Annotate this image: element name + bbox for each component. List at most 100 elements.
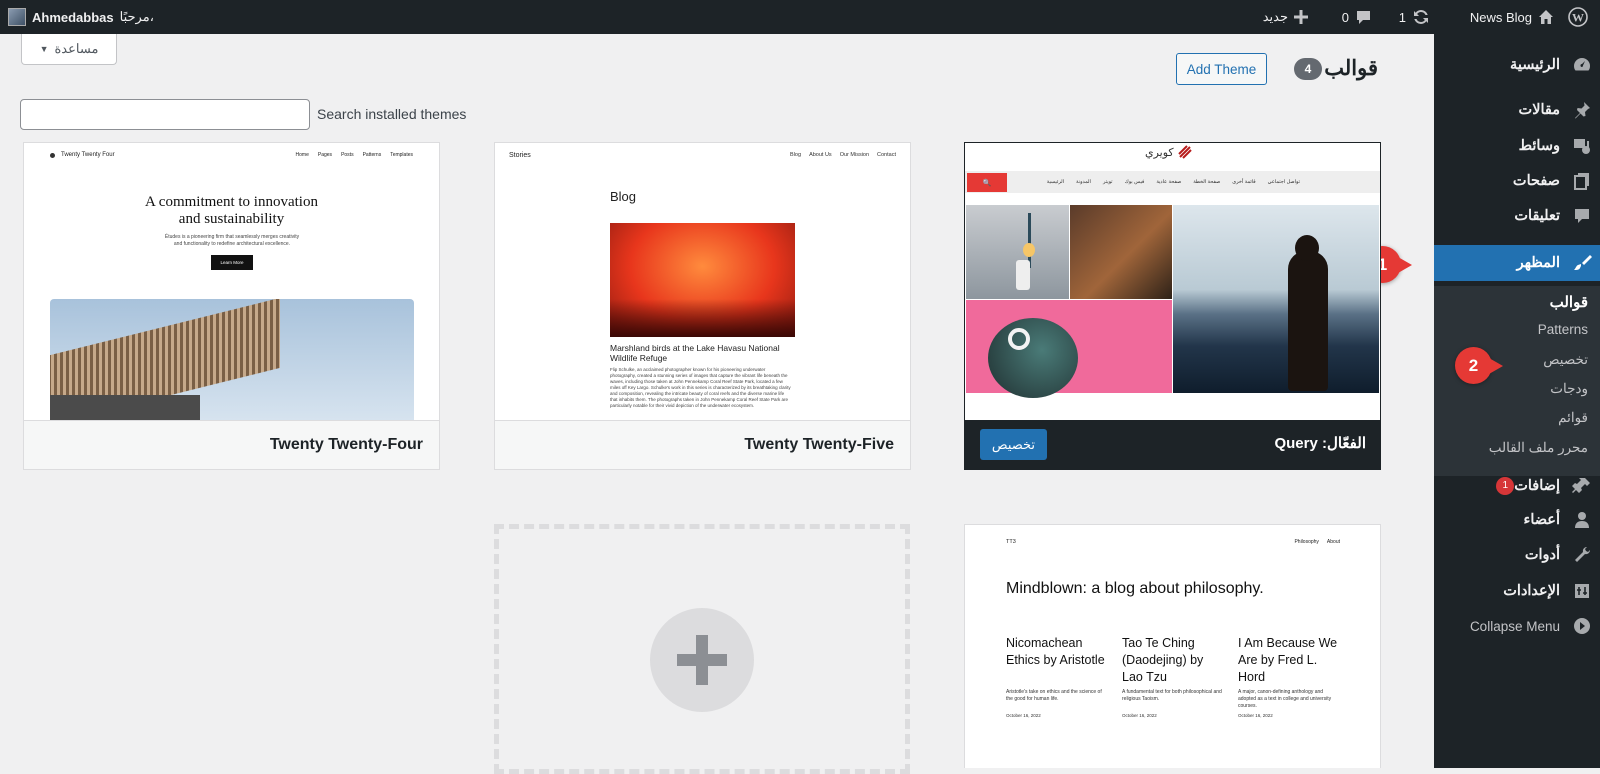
avatar — [8, 8, 26, 26]
preview-nav-item: Templates — [390, 152, 413, 158]
preview-site-title: TT3 — [1006, 539, 1016, 545]
submenu-themes[interactable]: قوالب — [1550, 293, 1588, 311]
theme-active-name: الفعّال: Query — [1274, 434, 1366, 452]
appearance-submenu: قوالب Patterns تخصيص ودجات قوائم محرر مل… — [1434, 286, 1600, 476]
menu-label: الإعدادات — [1503, 583, 1560, 599]
menu-label: Collapse Menu — [1469, 618, 1560, 634]
updates-icon — [1414, 10, 1428, 24]
menu-comments[interactable]: تعليقات — [1434, 199, 1600, 233]
submenu-patterns[interactable]: Patterns — [1538, 322, 1588, 337]
preview-nav-item: Philosophy — [1294, 539, 1319, 545]
theme-card-twenty-twenty-five[interactable]: Stories Blog About Us Our Mission Contact B… — [494, 142, 911, 470]
add-new-theme-card[interactable] — [494, 524, 910, 774]
site-name-link[interactable]: News Blog — [1470, 0, 1554, 34]
theme-name: Twenty Twenty-Five — [744, 436, 894, 453]
submenu-widgets[interactable]: ودجات — [1550, 381, 1588, 397]
preview-nav-item: Our Mission — [839, 152, 870, 158]
menu-appearance[interactable]: المظهر — [1425, 245, 1600, 281]
preview-nav-item: Patterns — [362, 152, 382, 158]
menu-label: الرئيسية — [1510, 57, 1560, 73]
comments-link[interactable]: 0 — [1342, 0, 1372, 34]
new-content-link[interactable]: جديد — [1263, 0, 1308, 34]
tools-icon — [1564, 545, 1600, 565]
greeting: مرحبًا، — [119, 9, 154, 24]
preview-post-date: October 16, 2022 — [1238, 713, 1273, 718]
collapse-icon — [1564, 616, 1600, 636]
preview-nav-item: Posts — [341, 152, 354, 158]
admin-sidebar: الرئيسية مقالات وسائط صفحات تعليقات المظ… — [1425, 34, 1600, 768]
preview-post-title: Marshland birds at the Lake Havasu Natio… — [610, 343, 780, 363]
menu-label: وسائط — [1518, 138, 1560, 154]
preview-nav-item: Contact — [877, 152, 896, 158]
submenu-menus[interactable]: قوائم — [1558, 410, 1588, 426]
step-callout-2: 2 — [1455, 347, 1503, 384]
menu-label: أعضاء — [1523, 512, 1561, 528]
customize-button[interactable]: تخصيص — [980, 429, 1047, 460]
updates-link[interactable]: 1 — [1399, 0, 1430, 34]
active-prefix: الفعّال: — [1321, 435, 1366, 452]
preview-nav-item: فيس بوك — [1124, 179, 1145, 185]
menu-pages[interactable]: صفحات — [1434, 164, 1600, 198]
new-label: جديد — [1262, 9, 1288, 24]
preview-nav-item: صفحة الخطة — [1193, 179, 1221, 185]
theme-card-tt3[interactable]: TT3 Philosophy About Mindblown: a blog ab… — [964, 524, 1381, 768]
menu-users[interactable]: أعضاء — [1434, 503, 1600, 537]
preview-photo-headphones — [966, 300, 1172, 398]
preview-search-button: 🔍 — [967, 173, 1007, 192]
theme-name: Query — [1274, 435, 1318, 452]
theme-footer: الفعّال: Query تخصيص — [965, 420, 1380, 469]
preview-nav: Philosophy About — [1294, 539, 1340, 545]
site-name: News Blog — [1469, 9, 1532, 25]
query-logo-icon — [1177, 145, 1192, 159]
pin-icon — [1564, 100, 1600, 120]
preview-nav-item: المدونة — [1076, 179, 1091, 185]
preview-post-text: Aristotle's take on ethics and the scien… — [1006, 689, 1102, 702]
search-themes-input[interactable] — [20, 99, 310, 130]
menu-tools[interactable]: أدوات — [1434, 538, 1600, 572]
dashboard-icon — [1564, 55, 1600, 75]
wordpress-logo-icon[interactable]: W — [1568, 0, 1588, 34]
theme-screenshot: Twenty Twenty Four Home Pages Posts Pattern… — [24, 143, 439, 420]
preview-subtext: Études is a pioneering firm that seamles… — [164, 234, 300, 247]
preview-site-logo-icon — [50, 153, 55, 158]
theme-card-query[interactable]: كويري 🔍 الرئيسية المدونة تويتر فيس بوك صفحة … — [964, 142, 1381, 470]
menu-posts[interactable]: مقالات — [1434, 93, 1600, 127]
theme-footer: Twenty Twenty-Five — [495, 420, 910, 469]
preview-post-text: A fundamental text for both philosophica… — [1122, 689, 1222, 702]
updates-count: 1 — [1398, 9, 1406, 25]
brush-icon — [1564, 253, 1600, 273]
theme-screenshot: TT3 Philosophy About Mindblown: a blog ab… — [965, 525, 1380, 768]
plus-icon — [1294, 10, 1308, 24]
submenu-customize[interactable]: تخصيص — [1543, 352, 1588, 368]
preview-nav-item: About Us — [809, 152, 832, 158]
my-account-link[interactable]: Ahmedabbas مرحبًا، — [8, 0, 154, 34]
preview-post: Nicomachean Ethics by Aristotle Aristotle… — [1006, 635, 1108, 718]
menu-settings[interactable]: الإعدادات — [1434, 574, 1600, 608]
menu-dashboard[interactable]: الرئيسية — [1434, 48, 1600, 82]
preview-learn-more-button: Learn More — [211, 255, 253, 270]
add-theme-button[interactable]: Add Theme — [1176, 53, 1267, 85]
theme-screenshot: كويري 🔍 الرئيسية المدونة تويتر فيس بوك صفحة … — [965, 143, 1380, 420]
add-theme-plus-circle — [650, 608, 754, 712]
help-button[interactable]: ▼ مساعدة — [21, 34, 117, 65]
plugins-icon — [1564, 476, 1600, 496]
preview-nav-item: تواصل اجتماعي — [1267, 179, 1300, 185]
menu-media[interactable]: وسائط — [1434, 129, 1600, 163]
theme-card-twenty-twenty-four[interactable]: Twenty Twenty Four Home Pages Posts Pattern… — [23, 142, 440, 470]
menu-label: أدوات — [1524, 547, 1560, 563]
submenu-theme-file-editor[interactable]: محرر ملف القالب — [1489, 440, 1588, 456]
menu-label: المظهر — [1516, 255, 1560, 271]
users-icon — [1564, 510, 1600, 530]
settings-icon — [1564, 581, 1600, 601]
brand-name: كويري — [1145, 146, 1174, 159]
menu-label: إضافات — [1514, 478, 1560, 494]
preview-nav-item: الرئيسية — [1046, 179, 1065, 185]
preview-post: I Am Because We Are by Fred L. Hord A maj… — [1238, 635, 1340, 718]
menu-plugins[interactable]: إضافات 1 — [1434, 469, 1600, 503]
preview-post-date: October 16, 2022 — [1122, 713, 1157, 718]
preview-nav: Blog About Us Our Mission Contact — [790, 152, 896, 158]
preview-photo-kids — [1070, 205, 1172, 299]
collapse-menu-button[interactable]: Collapse Menu — [1434, 609, 1600, 643]
preview-nav-item: قائمة أخرى — [1232, 179, 1256, 185]
svg-text:W: W — [1572, 11, 1584, 25]
